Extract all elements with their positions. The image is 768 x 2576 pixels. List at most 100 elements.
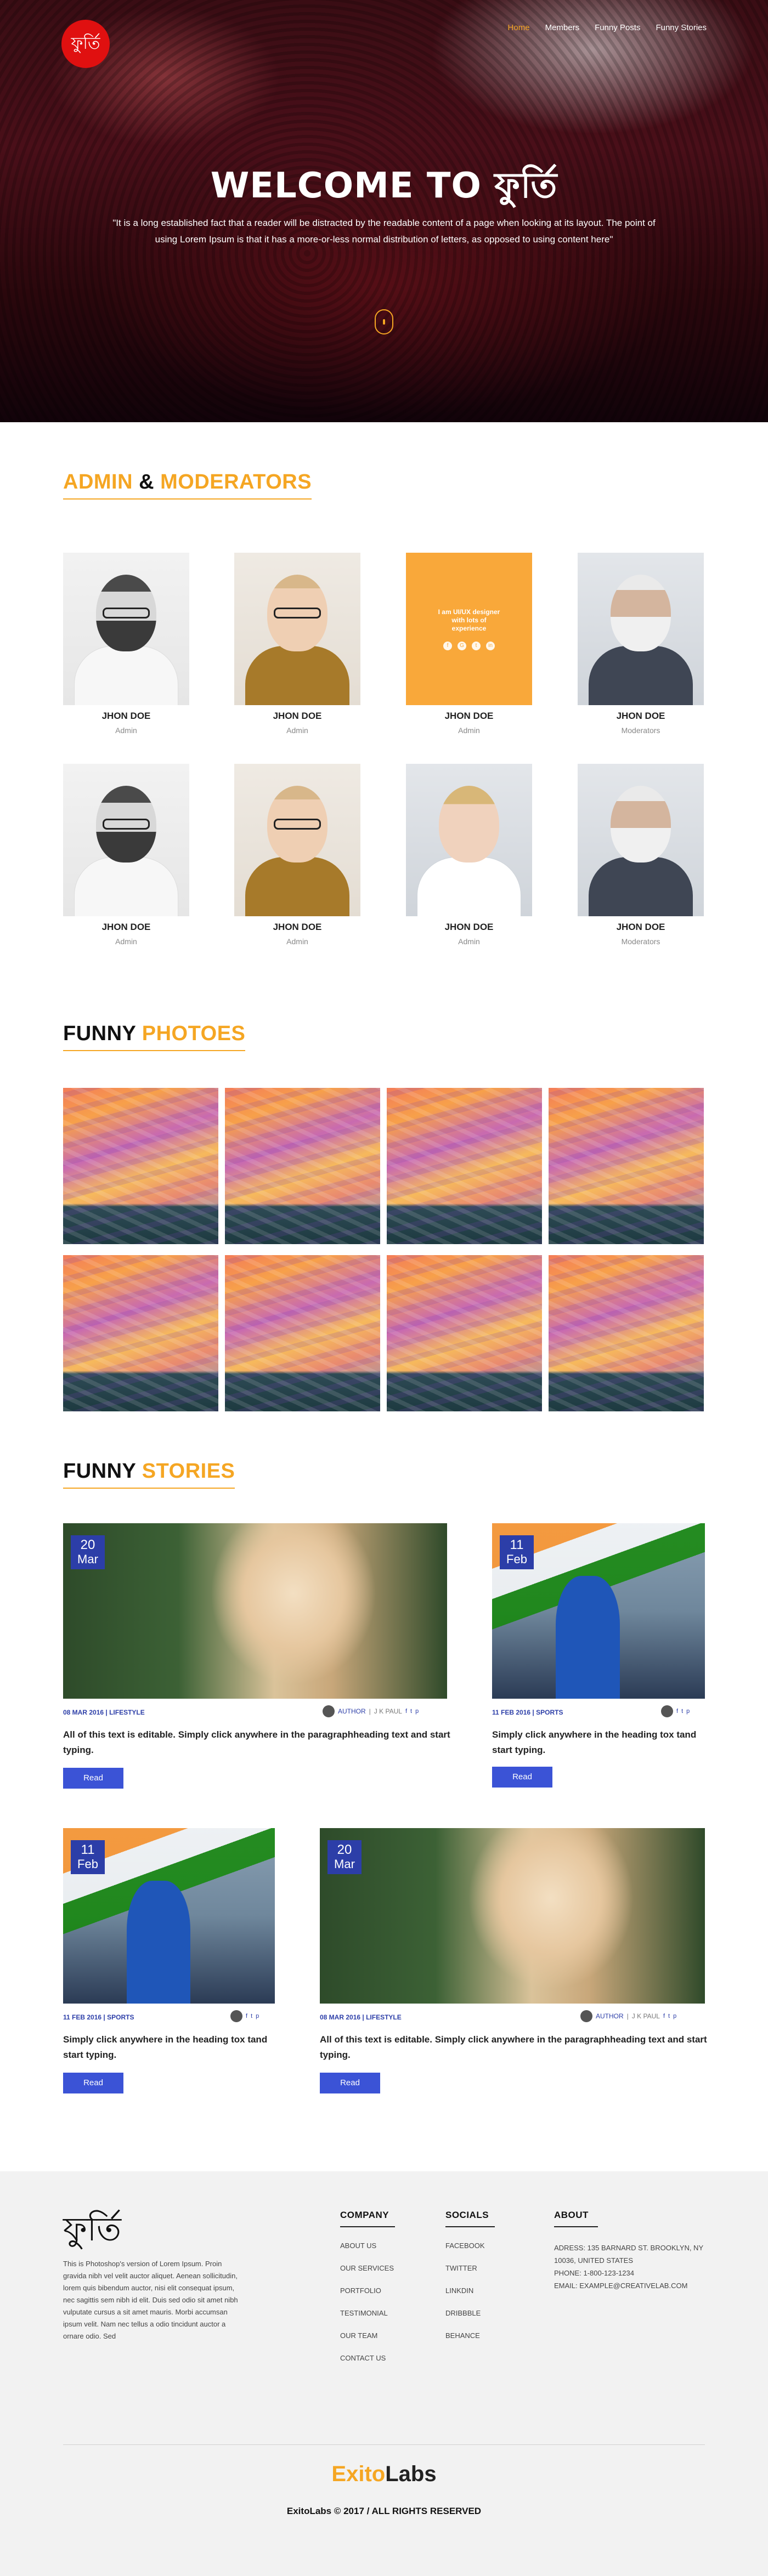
story-author: f t p	[230, 2010, 259, 2022]
footer-logo[interactable]: ফুর্তি	[63, 2204, 121, 2259]
site-logo[interactable]: ফুর্তি	[61, 20, 110, 68]
member-photo	[234, 764, 360, 916]
photo-tile[interactable]	[549, 1255, 704, 1411]
footer-link-contact-us[interactable]: CONTACT US	[340, 2354, 395, 2362]
admins-heading: ADMIN & MODERATORS	[63, 470, 312, 500]
date-badge: 20 Mar	[327, 1840, 362, 1874]
member-role: Admin	[115, 937, 137, 946]
story-author: f t p	[661, 1705, 690, 1717]
member-card[interactable]: JHON DOE Admin	[63, 764, 189, 946]
photo-tile[interactable]	[387, 1255, 542, 1411]
member-photo	[63, 553, 189, 705]
story-meta: 11 FEB 2016 | SPORTS	[63, 2013, 134, 2021]
member-photo	[578, 764, 704, 916]
facebook-icon[interactable]: f	[246, 2013, 247, 2019]
pinterest-icon[interactable]: p	[256, 2013, 259, 2019]
member-hover-text: I am UI/UX designer with lots of experie…	[438, 608, 500, 632]
story-meta: 11 FEB 2016 | SPORTS	[492, 1709, 563, 1716]
member-role: Admin	[286, 937, 308, 946]
footer-about-title: ABOUT	[554, 2210, 589, 2220]
hero-text: "It is a long established fact that a re…	[112, 218, 656, 245]
read-button[interactable]: Read	[492, 1767, 552, 1788]
facebook-icon[interactable]: f	[676, 1708, 678, 1715]
story-title[interactable]: All of this text is editable. Simply cli…	[320, 2032, 709, 2063]
scroll-down-icon[interactable]	[375, 309, 393, 334]
footer-link-dribbble[interactable]: DRIBBBLE	[445, 2309, 495, 2317]
member-card[interactable]: JHON DOE Admin	[406, 764, 532, 946]
footer-email[interactable]: EMAIL: EXAMPLE@CREATIVELAB.COM	[554, 2279, 713, 2292]
photo-tile[interactable]	[225, 1255, 380, 1411]
facebook-icon[interactable]: f	[443, 641, 452, 650]
photo-tile[interactable]	[549, 1088, 704, 1244]
read-button[interactable]: Read	[63, 1768, 123, 1789]
footer-link-linkdin[interactable]: LINKDIN	[445, 2286, 495, 2295]
photo-tile[interactable]	[387, 1088, 542, 1244]
facebook-icon[interactable]: f	[405, 1708, 407, 1715]
facebook-icon[interactable]: f	[663, 2013, 665, 2019]
story-title[interactable]: Simply click anywhere in the heading tox…	[63, 2032, 283, 2063]
pinterest-icon[interactable]: p	[686, 1708, 690, 1715]
pinterest-icon[interactable]: p	[415, 1708, 419, 1715]
twitter-icon[interactable]: t	[472, 641, 481, 650]
footer-about: ABOUT ADRESS: 135 BARNARD ST. BROOKLYN, …	[554, 2210, 713, 2292]
story-image[interactable]: 11 Feb	[492, 1523, 705, 1699]
twitter-icon[interactable]: t	[681, 1708, 683, 1715]
footer-link-our-services[interactable]: OUR SERVICES	[340, 2264, 395, 2272]
story-meta: 08 MAR 2016 | LIFESTYLE	[63, 1709, 145, 1716]
footer-company: COMPANY ABOUT US OUR SERVICES PORTFOLIO …	[340, 2210, 395, 2376]
footer-link-about-us[interactable]: ABOUT US	[340, 2242, 395, 2250]
story-title[interactable]: All of this text is editable. Simply cli…	[63, 1727, 453, 1758]
member-hover-overlay: I am UI/UX designer with lots of experie…	[406, 553, 532, 705]
photo-tile[interactable]	[225, 1088, 380, 1244]
read-button[interactable]: Read	[63, 2073, 123, 2093]
member-card[interactable]: JHON DOE Admin	[63, 553, 189, 735]
footer-divider	[63, 2444, 705, 2445]
member-name: JHON DOE	[101, 922, 151, 932]
footer-phone: PHONE: 1-800-123-1234	[554, 2269, 634, 2277]
footer-link-facebook[interactable]: FACEBOOK	[445, 2242, 495, 2250]
twitter-icon[interactable]: t	[251, 2013, 252, 2019]
nav-funny-stories[interactable]: Funny Stories	[656, 23, 707, 32]
linkedin-icon[interactable]: in	[486, 641, 495, 650]
nav-funny-posts[interactable]: Funny Posts	[595, 23, 640, 32]
story-image[interactable]: 11 Feb	[63, 1828, 275, 2004]
pinterest-icon[interactable]: p	[673, 2013, 676, 2019]
footer-link-portfolio[interactable]: PORTFOLIO	[340, 2286, 395, 2295]
read-button[interactable]: Read	[320, 2073, 380, 2093]
story-author: AUTHOR | J K PAUL f t p	[580, 2010, 676, 2022]
footer-about-text: This is Photoshop's version of Lorem Ips…	[63, 2260, 238, 2340]
footer-link-testimonial[interactable]: TESTIMONIAL	[340, 2309, 395, 2317]
date-badge: 11 Feb	[71, 1840, 105, 1874]
member-card[interactable]: JHON DOE Admin	[234, 764, 360, 946]
member-name: JHON DOE	[616, 711, 665, 721]
story-image[interactable]: 20 Mar	[320, 1828, 705, 2004]
footer-link-our-team[interactable]: OUR TEAM	[340, 2331, 395, 2340]
member-name: JHON DOE	[616, 922, 665, 932]
member-photo	[234, 553, 360, 705]
photos-heading: FUNNY PHOTOES	[63, 1022, 246, 1051]
footer-socials: SOCIALS FACEBOOK TWITTER LINKDIN DRIBBBL…	[445, 2210, 495, 2354]
footer-link-twitter[interactable]: TWITTER	[445, 2264, 495, 2272]
footer-brand[interactable]: ExitoLabs	[0, 2462, 768, 2487]
nav-home[interactable]: Home	[508, 23, 530, 32]
member-photo	[406, 764, 532, 916]
avatar	[580, 2010, 592, 2022]
photo-tile[interactable]	[63, 1088, 218, 1244]
twitter-icon[interactable]: t	[410, 1708, 412, 1715]
member-card[interactable]: JHON DOE Moderators	[578, 553, 704, 735]
footer-address: ADRESS: 135 BARNARD ST. BROOKLYN, NY 100…	[554, 2244, 703, 2265]
footer-link-behance[interactable]: BEHANCE	[445, 2331, 495, 2340]
member-role: Admin	[458, 726, 480, 735]
photo-tile[interactable]	[63, 1255, 218, 1411]
member-card[interactable]: JHON DOE Admin	[234, 553, 360, 735]
nav-members[interactable]: Members	[545, 23, 580, 32]
member-card[interactable]: JHON DOE Moderators	[578, 764, 704, 946]
google-plus-icon[interactable]: G	[458, 641, 466, 650]
member-card[interactable]: I am UI/UX designer with lots of experie…	[406, 553, 532, 735]
twitter-icon[interactable]: t	[668, 2013, 670, 2019]
story-title[interactable]: Simply click anywhere in the heading tox…	[492, 1727, 711, 1758]
member-role: Moderators	[621, 937, 660, 946]
story-image[interactable]: 20 Mar	[63, 1523, 447, 1699]
date-badge: 11 Feb	[500, 1535, 534, 1569]
member-role: Admin	[286, 726, 308, 735]
